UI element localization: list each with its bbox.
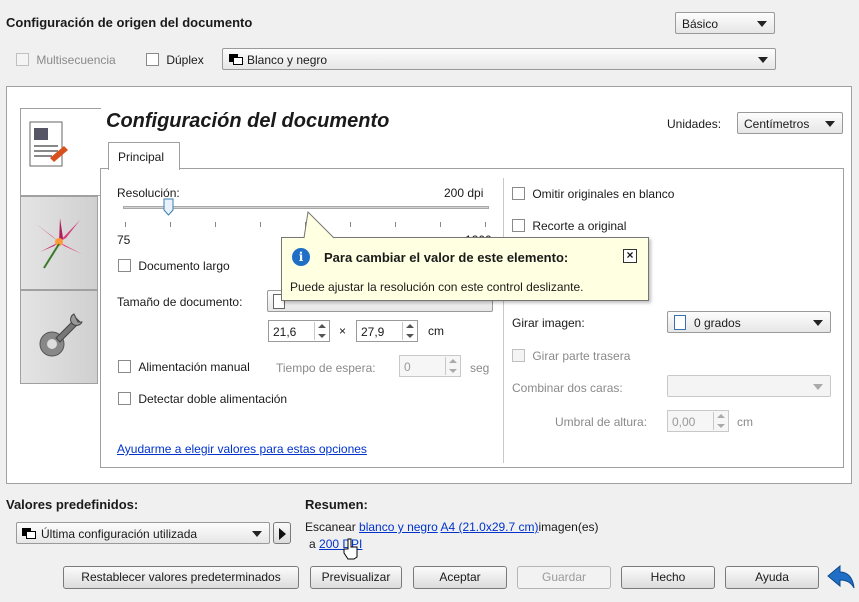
mode-select-value: Básico xyxy=(682,17,719,31)
chevron-down-icon xyxy=(813,320,823,326)
summary-prefix: Escanear xyxy=(305,520,356,534)
presets-menu-button[interactable] xyxy=(273,522,291,544)
skip-blank-check xyxy=(512,187,525,201)
tooltip-close-button[interactable]: × xyxy=(623,249,637,263)
long-document-label: Documento largo xyxy=(138,258,230,273)
crop-original-check xyxy=(512,219,525,233)
crop-original-label: Recorte a original xyxy=(532,218,627,233)
units-value: Centímetros xyxy=(744,117,810,131)
duplex-check xyxy=(146,53,159,67)
crop-original-checkbox[interactable]: Recorte a original xyxy=(512,218,626,233)
reset-defaults-button[interactable]: Restablecer valores predeterminados xyxy=(63,566,299,589)
double-feed-label: Detectar doble alimentación xyxy=(138,391,288,406)
preset-icon xyxy=(22,528,36,539)
document-size-label: Tamaño de documento: xyxy=(117,295,243,309)
wait-time-spinner[interactable]: 0 xyxy=(399,355,461,377)
mode-select[interactable]: Básico xyxy=(675,12,775,34)
play-right-icon xyxy=(279,528,286,540)
rotate-page-icon xyxy=(674,315,686,330)
duplex-label: Dúplex xyxy=(166,52,204,67)
combine-sides-select[interactable] xyxy=(667,375,831,397)
tooltip: i Para cambiar el valor de este elemento… xyxy=(281,211,649,301)
rotate-back-label: Girar parte trasera xyxy=(532,348,631,363)
tab-principal-label: Principal xyxy=(118,150,165,164)
summary-color-link[interactable]: blanco y negro xyxy=(359,520,438,534)
wait-time-value: 0 xyxy=(404,360,411,374)
combine-sides-label: Combinar dos caras: xyxy=(512,381,623,395)
chevron-down-icon xyxy=(758,57,768,63)
column-divider xyxy=(503,178,504,463)
accept-button[interactable]: Aceptar xyxy=(413,566,507,589)
document-settings-title: Configuración del documento xyxy=(106,110,390,132)
manual-feed-checkbox[interactable]: Alimentación manual xyxy=(118,359,250,374)
multisequence-checkbox[interactable]: Multisecuencia xyxy=(16,52,116,67)
wait-time-label: Tiempo de espera: xyxy=(276,361,376,375)
double-feed-checkbox[interactable]: Detectar doble alimentación xyxy=(118,391,287,406)
width-value: 21,6 xyxy=(273,325,297,339)
rotate-image-label: Girar imagen: xyxy=(512,316,585,330)
wrench-gear-icon xyxy=(30,308,88,366)
slider-min-label: 75 xyxy=(117,233,131,247)
rotate-back-check xyxy=(512,349,525,363)
long-document-check xyxy=(118,259,131,273)
presets-label: Valores predefinidos: xyxy=(6,497,139,512)
manual-feed-check xyxy=(118,360,131,374)
summary-mid: imagen(es) xyxy=(538,520,599,534)
height-threshold-spinner[interactable]: 0,00 xyxy=(667,410,729,432)
width-spinner[interactable]: 21,6 xyxy=(268,320,330,342)
height-spinner[interactable]: 27,9 xyxy=(356,320,418,342)
info-icon: i xyxy=(292,248,310,266)
height-threshold-label: Umbral de altura: xyxy=(555,415,648,429)
summary-size-link[interactable]: A4 (21.0x29.7 cm) xyxy=(440,520,538,534)
tooltip-title: Para cambiar el valor de este elemento: xyxy=(324,250,569,265)
chevron-down-icon xyxy=(813,384,823,390)
skip-blank-label: Omitir originales en blanco xyxy=(532,186,675,201)
done-button[interactable]: Hecho xyxy=(621,566,715,589)
long-document-checkbox[interactable]: Documento largo xyxy=(118,258,230,273)
color-mode-select[interactable]: Blanco y negro xyxy=(222,48,776,70)
save-button[interactable]: Guardar xyxy=(517,566,611,589)
duplex-checkbox[interactable]: Dúplex xyxy=(146,52,204,67)
help-button[interactable]: Ayuda xyxy=(725,566,819,589)
slider-thumb[interactable] xyxy=(163,198,174,216)
tooltip-body: Puede ajustar la resolución con este con… xyxy=(290,280,584,294)
document-icon xyxy=(24,118,70,176)
multisequence-check xyxy=(16,53,29,67)
units-select[interactable]: Centímetros xyxy=(737,112,843,134)
hand-cursor-icon xyxy=(343,538,359,560)
units-label: Unidades: xyxy=(667,117,722,131)
back-arrow-icon[interactable] xyxy=(826,562,856,592)
source-settings-title: Configuración de origen del documento xyxy=(6,15,253,30)
summary-at: a xyxy=(309,537,316,551)
tab-principal[interactable]: Principal xyxy=(108,142,180,170)
help-choose-link[interactable]: Ayudarme a elegir valores para estas opc… xyxy=(117,442,367,456)
size-unit: cm xyxy=(428,324,444,338)
chevron-down-icon xyxy=(252,531,262,537)
flower-icon xyxy=(30,212,88,272)
wait-time-unit: seg xyxy=(470,361,490,375)
height-threshold-value: 0,00 xyxy=(672,415,696,429)
preview-button[interactable]: Previsualizar xyxy=(310,566,402,589)
summary-line-1: Escanear blanco y negro A4 (21.0x29.7 cm… xyxy=(305,520,599,534)
height-threshold-unit: cm xyxy=(737,415,753,429)
skip-blank-checkbox[interactable]: Omitir originales en blanco xyxy=(512,186,674,201)
rotate-image-select[interactable]: 0 grados xyxy=(667,311,831,333)
rotate-image-value: 0 grados xyxy=(694,316,741,330)
height-value: 27,9 xyxy=(361,325,385,339)
chevron-down-icon xyxy=(757,21,767,27)
presets-select[interactable]: Última configuración utilizada xyxy=(16,522,270,544)
manual-feed-label: Alimentación manual xyxy=(138,359,250,374)
slider-track xyxy=(123,206,489,209)
tooltip-pointer xyxy=(303,211,335,239)
color-mode-icon xyxy=(229,54,243,65)
multisequence-label: Multisecuencia xyxy=(36,52,116,67)
double-feed-check xyxy=(118,392,131,406)
rotate-back-checkbox[interactable]: Girar parte trasera xyxy=(512,348,630,363)
times-sign: × xyxy=(339,324,347,338)
summary-label: Resumen: xyxy=(305,497,368,512)
color-mode-value: Blanco y negro xyxy=(247,53,328,67)
chevron-down-icon xyxy=(825,121,835,127)
presets-value: Última configuración utilizada xyxy=(41,527,198,541)
